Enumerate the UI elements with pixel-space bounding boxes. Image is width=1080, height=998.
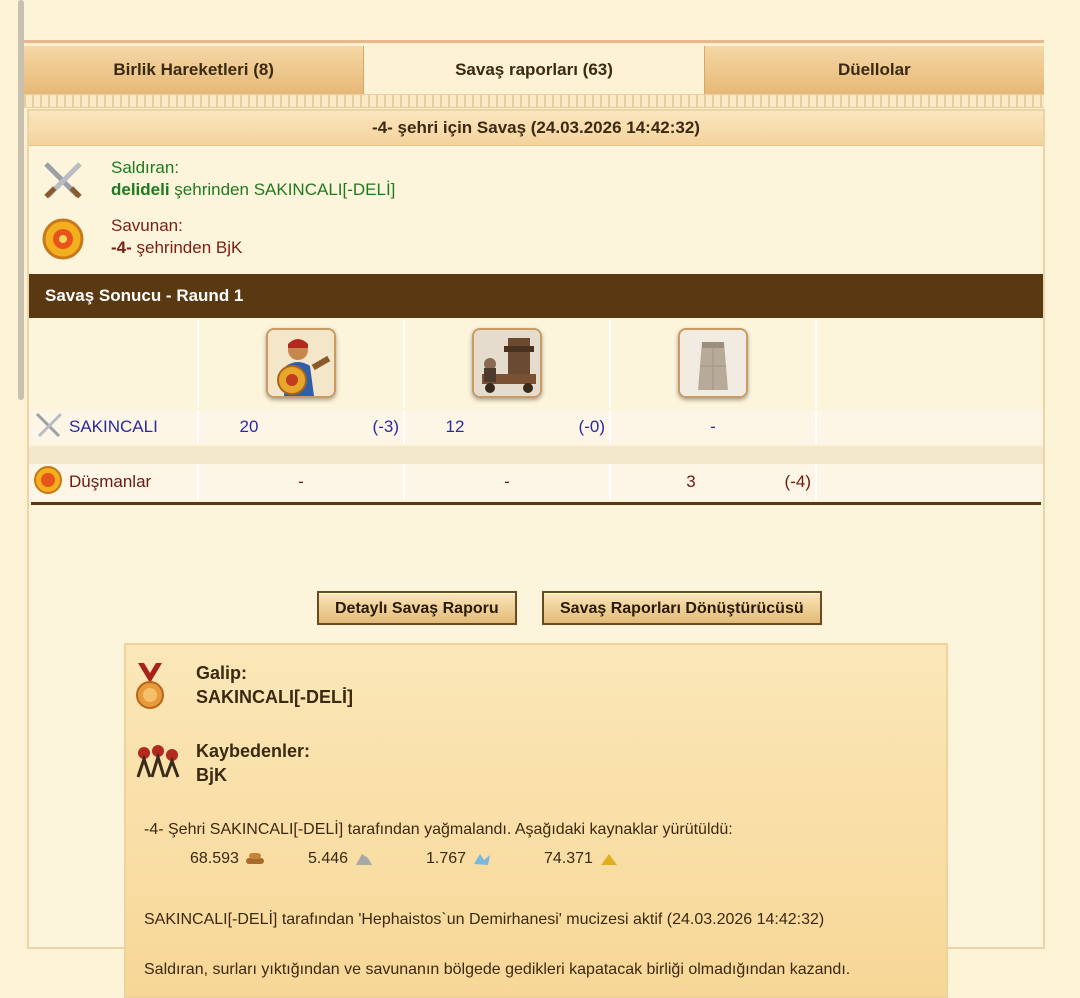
loot-resources: 68.593 5.446 1.767 74.371 [190, 850, 662, 868]
winner-section: Galip: SAKINCALI[-DELİ] [134, 661, 353, 718]
losers-name: BjK [196, 765, 227, 785]
resource-value: 5.446 [308, 850, 349, 867]
shield-icon [39, 215, 87, 263]
detailed-report-button[interactable]: Detaylı Savaş Raporu [317, 591, 517, 625]
crossed-swords-icon [33, 412, 65, 443]
crossed-swords-icon [39, 157, 87, 205]
defender-info: Savunan: -4- şehrinden BjK [39, 215, 242, 263]
report-panel: -4- şehri için Savaş (24.03.2026 14:42:3… [27, 109, 1045, 998]
unit-count: 12 [445, 417, 465, 436]
battle-outcome-box: Galip: SAKINCALI[-DELİ] Kaybedenler: BjK… [124, 643, 948, 998]
resource-wood: 68.593 [190, 850, 308, 868]
resource-crystal: 1.767 [426, 850, 544, 868]
defender-name: şehrinden BjK [131, 238, 243, 257]
battle-result-header: Savaş Sonucu - Raund 1 [29, 274, 1043, 318]
catapult-unit-icon[interactable] [472, 328, 542, 398]
attacker-info: Saldıran: delideli şehrinden SAKINCALI[-… [39, 157, 395, 205]
unit-count: - [298, 472, 304, 491]
defender-label: Düşmanlar [69, 472, 152, 491]
attacker-name: şehrinden SAKINCALI[-DELİ] [169, 180, 396, 199]
loot-text: -4- Şehri SAKINCALI[-DELİ] tarafından ya… [144, 821, 733, 838]
shield-icon [33, 465, 63, 500]
unit-icon-row [29, 320, 1041, 408]
marble-icon [356, 854, 373, 865]
unit-count: - [504, 472, 510, 491]
defender-label: Savunan: [111, 216, 183, 235]
winner-label: Galip: [196, 663, 248, 683]
wall-unit-icon[interactable] [678, 328, 748, 398]
wood-icon [245, 853, 264, 864]
medal-icon [134, 661, 166, 718]
defender-units-row: Düşmanlar - - 3 (-4) [29, 464, 1043, 500]
resource-value: 74.371 [544, 850, 593, 867]
divider [31, 502, 1041, 505]
tab-troop-movements[interactable]: Birlik Hareketleri (8) [24, 46, 365, 94]
attacker-player-link[interactable]: SAKINCALI [69, 417, 158, 437]
losers-label: Kaybedenler: [196, 741, 311, 761]
reports-frame: Birlik Hareketleri (8) Savaş raporları (… [24, 40, 1045, 998]
decorative-border [24, 94, 1044, 108]
report-converter-button[interactable]: Savaş Raporları Dönüştürücüsü [542, 591, 822, 625]
tab-duels[interactable]: Düellolar [704, 46, 1044, 94]
hoplite-unit-icon[interactable] [266, 328, 336, 398]
attacker-label: Saldıran: [111, 158, 180, 177]
unit-loss: (-4) [784, 472, 811, 491]
attacker-city-link[interactable]: delideli [111, 180, 170, 199]
resource-value: 1.767 [426, 850, 467, 867]
unit-loss: (-3) [372, 417, 399, 436]
wonder-text: SAKINCALI[-DELİ] tarafından 'Hephaistos`… [144, 911, 825, 928]
losers-section: Kaybedenler: BjK [134, 739, 310, 787]
victory-reason-text: Saldıran, surları yıktığından ve savunan… [144, 961, 851, 978]
resource-sulfur: 74.371 [544, 850, 662, 868]
report-title: -4- şehri için Savaş (24.03.2026 14:42:3… [29, 111, 1043, 146]
unit-count: 20 [239, 417, 259, 436]
unit-count: 3 [686, 472, 696, 491]
tab-battle-reports[interactable]: Savaş raporları (63) [364, 46, 705, 94]
winner-name: SAKINCALI[-DELİ] [196, 687, 353, 707]
unit-count: - [710, 417, 716, 436]
crystal-icon [474, 854, 491, 865]
attacker-units-row: SAKINCALI 20 (-3) 12 (-0) - [29, 410, 1043, 444]
defender-city-link[interactable]: -4- [111, 238, 132, 257]
row-spacer [29, 446, 1043, 464]
unit-loss: (-0) [578, 417, 605, 436]
sulfur-icon [600, 854, 617, 865]
resource-marble: 5.446 [308, 850, 426, 868]
tab-bar: Birlik Hareketleri (8) Savaş raporları (… [24, 46, 1044, 94]
resource-value: 68.593 [190, 850, 239, 867]
